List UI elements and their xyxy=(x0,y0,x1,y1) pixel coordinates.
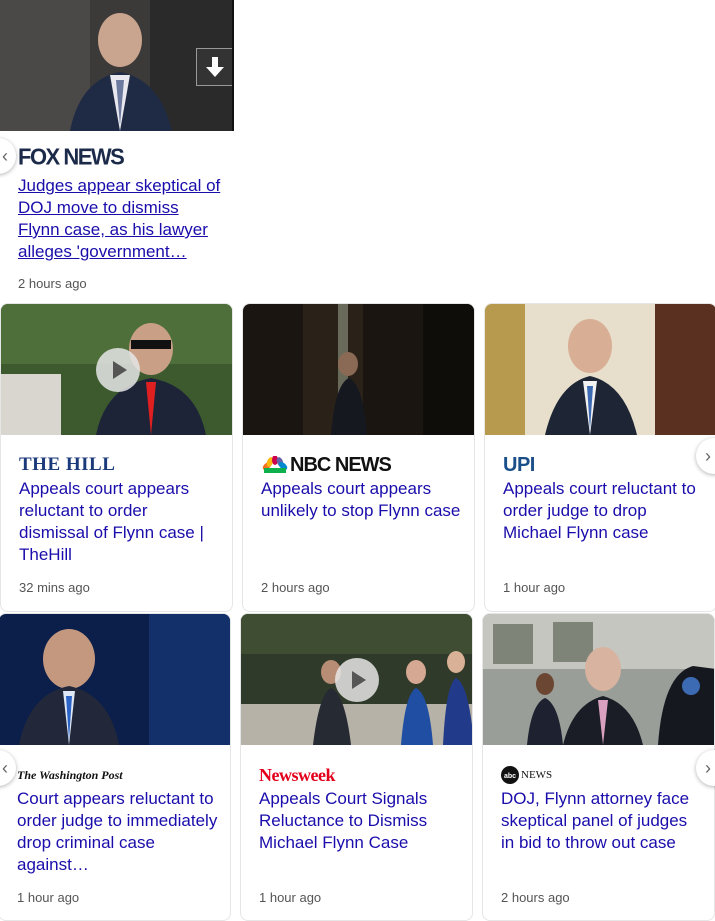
timestamp: 2 hours ago xyxy=(261,580,330,595)
play-icon xyxy=(352,671,366,689)
news-card[interactable]: FOX NEWS Judges appear skeptical of DOJ … xyxy=(0,0,234,298)
source-logo: NBC NEWS xyxy=(261,454,392,476)
article-title-link[interactable]: Appeals court appears reluctant to order… xyxy=(19,478,220,566)
news-card[interactable]: THE HILL Appeals court appears reluctant… xyxy=(0,303,233,612)
source-logo: Newsweek xyxy=(259,764,335,785)
abc-logo-icon: abc xyxy=(501,766,519,784)
source-logo: FOX NEWS xyxy=(18,143,125,170)
news-card[interactable]: UPI Appeals court reluctant to order jud… xyxy=(484,303,715,612)
timestamp: 2 hours ago xyxy=(18,276,87,291)
timestamp: 1 hour ago xyxy=(17,890,80,905)
timestamp: 2 hours ago xyxy=(501,890,570,905)
source-logo: abc NEWS xyxy=(501,764,552,786)
news-card[interactable]: abc NEWS DOJ, Flynn attorney face skepti… xyxy=(482,613,715,921)
article-title-link[interactable]: Appeals court appears unlikely to stop F… xyxy=(261,478,462,544)
article-title-link[interactable]: DOJ, Flynn attorney face skeptical panel… xyxy=(501,788,702,854)
download-button[interactable] xyxy=(196,48,234,86)
nbc-peacock-icon xyxy=(262,456,288,473)
play-icon xyxy=(113,361,127,379)
news-thumbnail xyxy=(485,304,715,435)
chevron-left-icon: ‹ xyxy=(2,757,8,778)
article-title-link[interactable]: Judges appear skeptical of DOJ move to d… xyxy=(18,175,222,263)
news-thumbnail xyxy=(0,614,230,745)
news-card[interactable]: Newsweek Appeals Court Signals Reluctanc… xyxy=(240,613,473,921)
news-card[interactable]: NBC NEWS Appeals court appears unlikely … xyxy=(242,303,475,612)
play-button[interactable] xyxy=(335,658,379,702)
news-card[interactable]: The Washington Post Court appears reluct… xyxy=(0,613,231,921)
news-thumbnail xyxy=(243,304,474,435)
article-title-link[interactable]: Appeals Court Signals Reluctance to Dism… xyxy=(259,788,460,854)
timestamp: 1 hour ago xyxy=(503,580,566,595)
article-title-link[interactable]: Appeals court reluctant to order judge t… xyxy=(503,478,704,544)
chevron-left-icon: ‹ xyxy=(2,145,8,166)
chevron-right-icon: › xyxy=(705,757,711,778)
article-title-link[interactable]: Court appears reluctant to order judge t… xyxy=(17,788,218,876)
svg-text:abc: abc xyxy=(504,773,516,780)
timestamp: 32 mins ago xyxy=(19,580,90,595)
source-logo: UPI xyxy=(503,453,535,476)
source-logo: THE HILL xyxy=(19,454,116,475)
chevron-right-icon: › xyxy=(705,445,711,466)
download-arrow-icon xyxy=(206,57,224,77)
news-thumbnail xyxy=(241,614,472,745)
source-logo: The Washington Post xyxy=(17,767,123,782)
timestamp: 1 hour ago xyxy=(259,890,322,905)
news-thumbnail xyxy=(1,304,232,435)
news-thumbnail xyxy=(483,614,714,745)
play-button[interactable] xyxy=(96,348,140,392)
